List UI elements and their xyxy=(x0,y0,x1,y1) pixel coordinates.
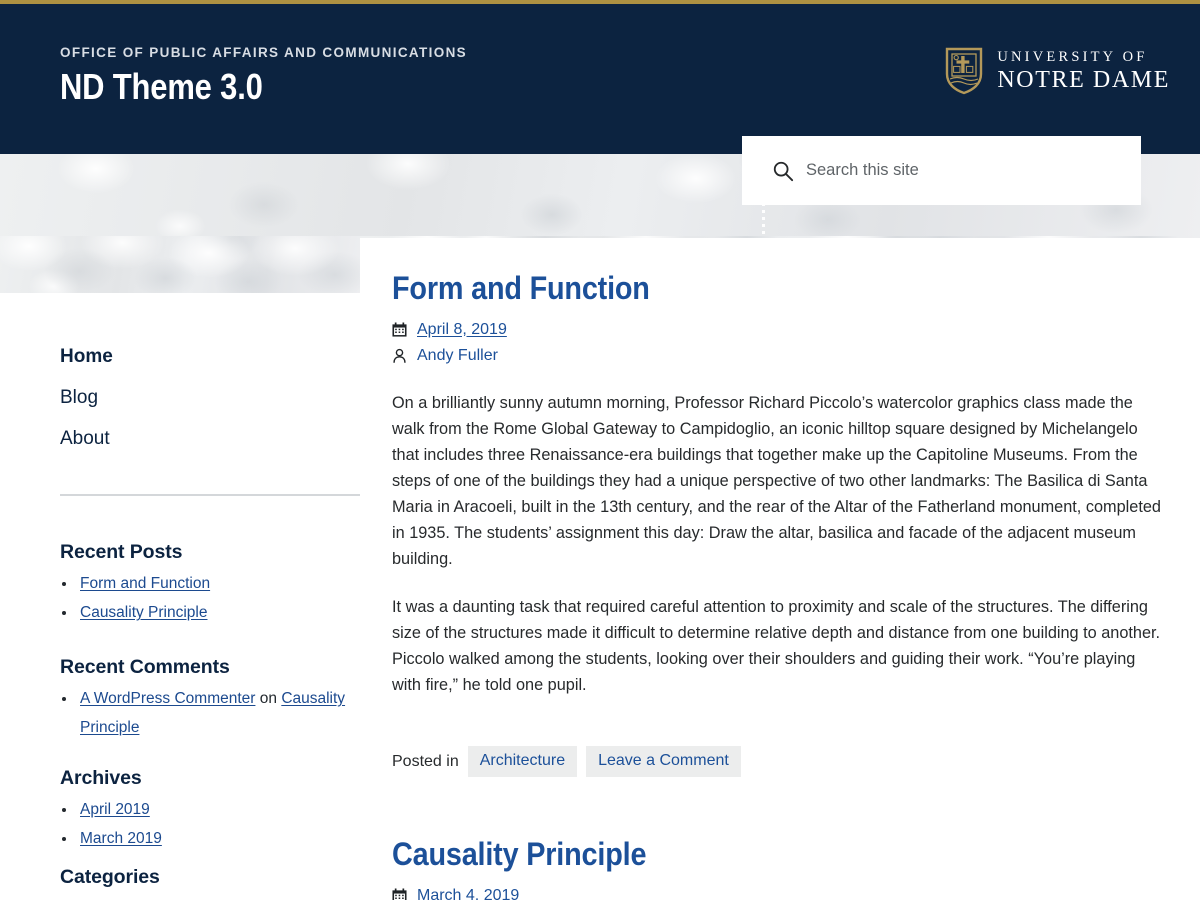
list-item: Causality Principle xyxy=(77,598,346,627)
widget-categories: Categories xyxy=(0,866,360,894)
list-item: Form and Function xyxy=(77,569,346,598)
primary-nav: Home Blog About xyxy=(0,336,360,459)
post-body: On a brilliantly sunny autumn morning, P… xyxy=(392,390,1162,698)
widget-recent-comments-title: Recent Comments xyxy=(60,656,230,678)
notre-dame-shield-icon xyxy=(946,47,983,95)
widget-archives-title: Archives xyxy=(60,767,142,789)
recent-comments-list: A WordPress Commenter on Causality Princ… xyxy=(77,684,346,742)
calendar-icon xyxy=(392,888,407,900)
category-badge-architecture[interactable]: Architecture xyxy=(467,746,578,777)
site-title[interactable]: ND Theme 3.0 xyxy=(60,66,263,108)
user-icon xyxy=(393,348,406,363)
post-date-row: March 4, 2019 xyxy=(392,884,1162,900)
post-footer: Posted in Architecture Leave a Comment xyxy=(392,746,1162,777)
post-form-and-function: Form and Function April 8, 2019 Andy Ful… xyxy=(392,270,1162,777)
main-content: Form and Function April 8, 2019 Andy Ful… xyxy=(360,238,1200,900)
sidebar-item-blog[interactable]: Blog xyxy=(0,377,360,418)
site-search[interactable] xyxy=(742,136,1141,205)
sidebar-item-about[interactable]: About xyxy=(0,418,360,459)
widget-recent-posts: Recent Posts Form and Function Causality… xyxy=(0,541,360,627)
post-date[interactable]: April 8, 2019 xyxy=(417,321,507,339)
post-date[interactable]: March 4, 2019 xyxy=(417,887,519,900)
post-causality-principle: Causality Principle March 4, 2019 xyxy=(392,836,1162,900)
list-item: March 2019 xyxy=(77,824,346,853)
post-date-row: April 8, 2019 xyxy=(392,318,1162,341)
sidebar-divider xyxy=(60,494,360,496)
page-title[interactable]: Form and Function xyxy=(392,270,1085,307)
search-icon[interactable] xyxy=(772,160,794,182)
leave-a-comment-link[interactable]: Leave a Comment xyxy=(586,746,741,777)
post-author: Andy Fuller xyxy=(417,346,498,364)
sidebar-item-home[interactable]: Home xyxy=(0,336,360,377)
posted-in-label: Posted in xyxy=(392,752,459,770)
nd-wordmark-line2: NOTRE DAME xyxy=(997,66,1170,93)
post-author-row: Andy Fuller xyxy=(392,344,1162,367)
hero-banner-left-block xyxy=(0,236,360,293)
post-title-causality-principle[interactable]: Causality Principle xyxy=(392,836,1085,873)
list-item: A WordPress Commenter on Causality Princ… xyxy=(77,684,346,742)
comment-connector: on xyxy=(259,690,277,707)
page-root: OFFICE OF PUBLIC AFFAIRS AND COMMUNICATI… xyxy=(0,0,1200,900)
comment-author-link[interactable]: A WordPress Commenter xyxy=(80,690,255,707)
widget-archives: Archives April 2019 March 2019 xyxy=(0,767,360,853)
archives-list: April 2019 March 2019 xyxy=(77,795,346,853)
search-input[interactable] xyxy=(806,136,1126,205)
nd-wordmark: UNIVERSITY OF NOTRE DAME xyxy=(997,50,1170,92)
recent-post-link-form-and-function[interactable]: Form and Function xyxy=(80,575,210,592)
recent-posts-list: Form and Function Causality Principle xyxy=(77,569,346,627)
office-eyebrow: OFFICE OF PUBLIC AFFAIRS AND COMMUNICATI… xyxy=(60,45,468,60)
archive-link-march-2019[interactable]: March 2019 xyxy=(80,830,162,847)
site-masthead: OFFICE OF PUBLIC AFFAIRS AND COMMUNICATI… xyxy=(0,4,1200,154)
nd-wordmark-line1: UNIVERSITY OF xyxy=(997,49,1148,66)
nav-list: Home Blog About xyxy=(0,336,360,459)
notre-dame-logo-link[interactable]: UNIVERSITY OF NOTRE DAME xyxy=(944,46,1170,96)
widget-categories-title: Categories xyxy=(60,866,160,888)
widget-recent-posts-title: Recent Posts xyxy=(60,541,183,563)
post-paragraph: It was a daunting task that required car… xyxy=(392,598,1161,694)
calendar-icon xyxy=(392,322,407,337)
post-paragraph: On a brilliantly sunny autumn morning, P… xyxy=(392,394,1161,568)
recent-post-link-causality-principle[interactable]: Causality Principle xyxy=(80,604,208,621)
list-item: April 2019 xyxy=(77,795,346,824)
sidebar: Home Blog About Recent Posts Form and Fu… xyxy=(0,293,360,900)
ivy-texture-left xyxy=(0,236,360,293)
widget-recent-comments: Recent Comments A WordPress Commenter on… xyxy=(0,656,360,742)
archive-link-april-2019[interactable]: April 2019 xyxy=(80,801,150,818)
